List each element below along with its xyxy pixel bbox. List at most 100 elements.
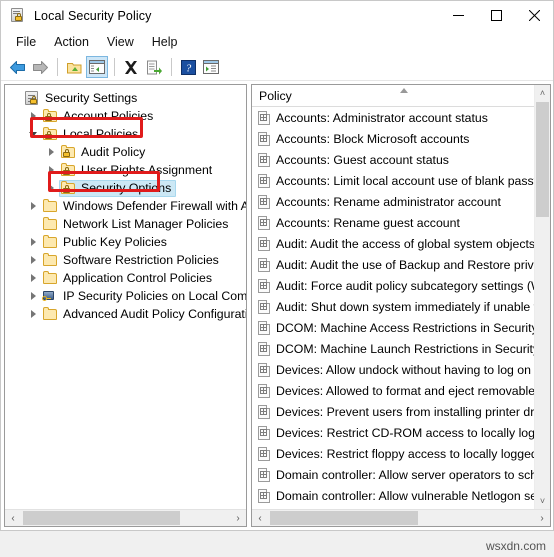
tree-item[interactable]: Windows Defender Firewall with Adva <box>5 197 246 215</box>
chevron-right-icon[interactable] <box>43 180 59 196</box>
console-tree-pane: Security Settings Account Policies Local P… <box>4 84 247 527</box>
tree-item-hit[interactable]: Audit Policy <box>59 144 150 161</box>
tree-item[interactable]: User Rights Assignment <box>5 161 246 179</box>
tree-item-hit[interactable]: Security Options <box>59 179 177 197</box>
tree-scroll-left-arrow[interactable]: ‹ <box>5 510 21 526</box>
chevron-right-icon[interactable] <box>25 252 41 268</box>
policy-row[interactable]: Devices: Restrict CD-ROM access to local… <box>252 422 535 443</box>
tree-item-hit[interactable]: Account Policies <box>41 108 158 125</box>
policy-row[interactable]: Devices: Restrict floppy access to local… <box>252 443 535 464</box>
up-folder-icon[interactable] <box>63 56 85 78</box>
tree-item[interactable]: Security Settings <box>5 89 246 107</box>
tree-item-hit[interactable]: Local Policies <box>41 126 143 143</box>
list-scroll-track[interactable] <box>268 510 534 526</box>
twisty-placeholder <box>25 216 41 232</box>
menu-item-file[interactable]: File <box>7 31 45 53</box>
list-scroll-left-arrow[interactable]: ‹ <box>252 510 268 526</box>
tree-scroll-thumb[interactable] <box>23 511 180 525</box>
policy-row[interactable]: DCOM: Machine Access Restrictions in Sec… <box>252 317 535 338</box>
tree-item[interactable]: Audit Policy <box>5 143 246 161</box>
chevron-right-icon[interactable] <box>25 306 41 322</box>
list-scroll-up-arrow[interactable]: ˄ <box>535 85 550 101</box>
policy-row[interactable]: Domain controller: Allow server operator… <box>252 464 535 485</box>
policy-row[interactable]: DCOM: Machine Launch Restrictions in Sec… <box>252 338 535 359</box>
chevron-right-icon[interactable] <box>43 144 59 160</box>
tree-item-hit[interactable]: Public Key Policies <box>41 234 172 251</box>
policy-row[interactable]: Accounts: Administrator account status <box>252 107 535 128</box>
forward-arrow-icon[interactable] <box>29 56 51 78</box>
menu-item-help[interactable]: Help <box>143 31 187 53</box>
policy-row[interactable]: Accounts: Rename administrator account <box>252 191 535 212</box>
show-hide-tree-icon[interactable] <box>86 56 108 78</box>
chevron-right-icon[interactable] <box>25 234 41 250</box>
policy-row[interactable]: Devices: Allowed to format and eject rem… <box>252 380 535 401</box>
tree-item-hit[interactable]: Security Settings <box>23 90 142 107</box>
policy-list[interactable]: Accounts: Administrator account status Ac… <box>252 107 535 509</box>
policy-list-pane: Policy Accounts: Administrator account s… <box>251 84 551 527</box>
tree-horizontal-scrollbar[interactable]: ‹ › <box>5 509 246 526</box>
chevron-down-icon[interactable] <box>25 126 41 142</box>
policy-row[interactable]: Audit: Audit the access of global system… <box>252 233 535 254</box>
policy-row[interactable]: Accounts: Guest account status <box>252 149 535 170</box>
policy-row[interactable]: Accounts: Rename guest account <box>252 212 535 233</box>
tree-item[interactable]: Network List Manager Policies <box>5 215 246 233</box>
console-tree[interactable]: Security Settings Account Policies Local P… <box>5 85 246 509</box>
close-button[interactable] <box>515 1 553 30</box>
chevron-right-icon[interactable] <box>25 270 41 286</box>
chevron-right-icon[interactable] <box>25 288 41 304</box>
list-scroll-down-arrow[interactable]: ˅ <box>535 493 550 509</box>
tree-item-hit[interactable]: Software Restriction Policies <box>41 252 224 269</box>
tree-item[interactable]: Application Control Policies <box>5 269 246 287</box>
tree-item[interactable]: Security Options <box>5 179 246 197</box>
tree-item-hit[interactable]: Application Control Policies <box>41 270 217 287</box>
policy-row[interactable]: Devices: Prevent users from installing p… <box>252 401 535 422</box>
tree-item-hit[interactable]: Network List Manager Policies <box>41 216 233 233</box>
tree-item-hit[interactable]: Windows Defender Firewall with Adva <box>41 198 246 215</box>
chevron-right-icon[interactable] <box>25 198 41 214</box>
help-icon[interactable]: ? <box>177 56 199 78</box>
export-list-icon[interactable] <box>143 56 165 78</box>
policy-row[interactable]: Devices: Allow undock without having to … <box>252 359 535 380</box>
list-horizontal-scrollbar[interactable]: ‹ › <box>252 509 550 526</box>
tree-item-hit[interactable]: IP Security Policies on Local Compute <box>41 288 246 305</box>
policy-row[interactable]: Accounts: Limit local account use of bla… <box>252 170 535 191</box>
panes-container: Security Settings Account Policies Local P… <box>1 81 553 529</box>
title-bar: Local Security Policy <box>1 1 553 30</box>
list-scroll-right-arrow[interactable]: › <box>534 510 550 526</box>
maximize-button[interactable] <box>477 1 515 30</box>
tree-scroll-right-arrow[interactable]: › <box>230 510 246 526</box>
back-arrow-icon[interactable] <box>6 56 28 78</box>
policy-row[interactable]: Audit: Force audit policy subcategory se… <box>252 275 535 296</box>
policy-row-label: Domain controller: Allow vulnerable Netl… <box>276 488 535 503</box>
tree-item[interactable]: IP Security Policies on Local Compute <box>5 287 246 305</box>
tree-item-hit[interactable]: Advanced Audit Policy Configuration <box>41 306 246 323</box>
tree-item[interactable]: Public Key Policies <box>5 233 246 251</box>
security-policy-icon <box>9 7 27 25</box>
tree-item[interactable]: Software Restriction Policies <box>5 251 246 269</box>
menu-item-action[interactable]: Action <box>45 31 98 53</box>
twisty-placeholder <box>7 90 23 106</box>
policy-row[interactable]: Audit: Audit the use of Backup and Resto… <box>252 254 535 275</box>
policy-row[interactable]: Accounts: Block Microsoft accounts <box>252 128 535 149</box>
locked-folder-icon <box>60 162 77 178</box>
chevron-right-icon[interactable] <box>25 108 41 124</box>
list-scroll-thumb[interactable] <box>270 511 418 525</box>
column-header-policy[interactable]: Policy <box>252 89 292 103</box>
chevron-right-icon[interactable] <box>43 162 59 178</box>
list-vertical-scrollbar[interactable]: ˄ ˅ <box>534 85 550 509</box>
properties-icon[interactable] <box>200 56 222 78</box>
tree-item[interactable]: Local Policies <box>5 125 246 143</box>
list-scroll-thumb[interactable] <box>536 102 549 217</box>
minimize-button[interactable] <box>439 1 477 30</box>
policy-row[interactable]: Audit: Shut down system immediately if u… <box>252 296 535 317</box>
tree-scroll-track[interactable] <box>21 510 230 526</box>
policy-setting-icon <box>258 320 271 335</box>
delete-icon[interactable] <box>120 56 142 78</box>
tree-item[interactable]: Advanced Audit Policy Configuration <box>5 305 246 323</box>
list-column-header[interactable]: Policy <box>252 85 550 107</box>
policy-row[interactable]: Domain controller: Allow vulnerable Netl… <box>252 485 535 506</box>
tree-item-hit[interactable]: User Rights Assignment <box>59 162 217 179</box>
tree-item[interactable]: Account Policies <box>5 107 246 125</box>
menu-item-view[interactable]: View <box>98 31 143 53</box>
policy-setting-icon <box>258 131 271 146</box>
